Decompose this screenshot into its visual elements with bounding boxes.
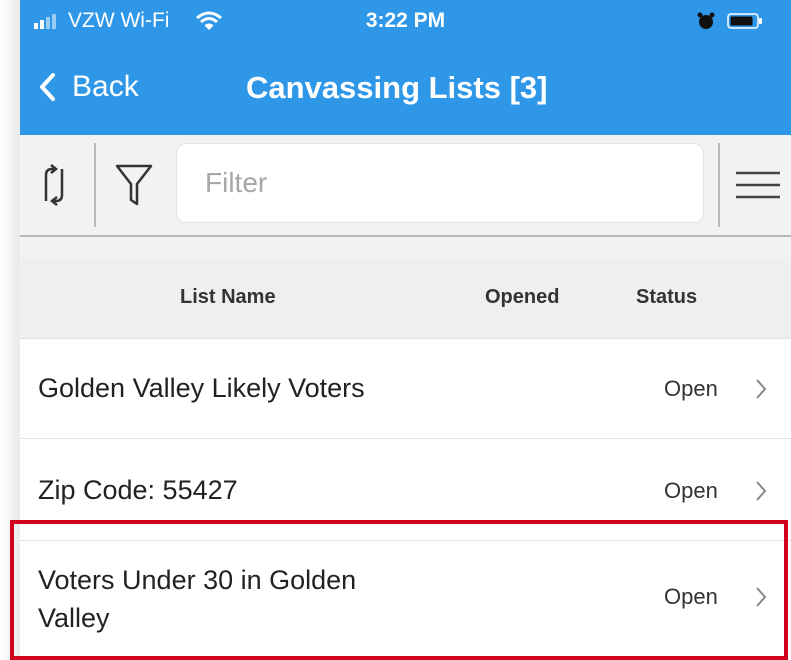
list-row[interactable]: Golden Valley Likely Voters Open [20,338,791,439]
table-header: List Name Opened Status [20,258,791,338]
list-row-name: Zip Code: 55427 [38,475,238,505]
column-header-status: Status [636,286,698,308]
chevron-right-icon [756,379,767,399]
column-header-opened: Opened [485,286,560,308]
menu-button[interactable] [730,155,786,215]
nav-bar: Back Canvassing Lists [3] [20,62,791,122]
toolbar-divider [718,143,720,227]
menu-icon [736,171,780,199]
filter-input[interactable] [203,166,677,200]
status-bar: VZW Wi-Fi 3:22 PM [20,0,791,42]
toolbar-divider [94,143,96,227]
back-button[interactable]: Back [38,70,139,104]
list-row-name: Golden Valley Likely Voters [38,373,365,403]
toolbar-divider-line [20,235,791,237]
chevron-right-icon [756,481,767,501]
filter-field[interactable] [176,143,704,223]
alarm-icon [697,12,715,29]
highlight-box [10,520,788,660]
back-label: Back [72,70,139,103]
list-row-status: Open [664,376,718,401]
column-header-list-name: List Name [180,286,276,308]
status-time: 3:22 PM [365,9,446,32]
sync-button[interactable] [26,155,82,215]
chevron-left-icon [40,73,55,101]
toolbar [20,135,791,235]
list-row-status: Open [664,478,718,503]
battery-icon [727,13,762,29]
filter-button[interactable] [106,155,162,215]
funnel-icon [115,164,153,206]
sync-icon [44,164,64,206]
app-header: VZW Wi-Fi 3:22 PM Back Canvassing Lists … [20,0,791,135]
page-title: Canvassing Lists [3] [246,70,548,105]
